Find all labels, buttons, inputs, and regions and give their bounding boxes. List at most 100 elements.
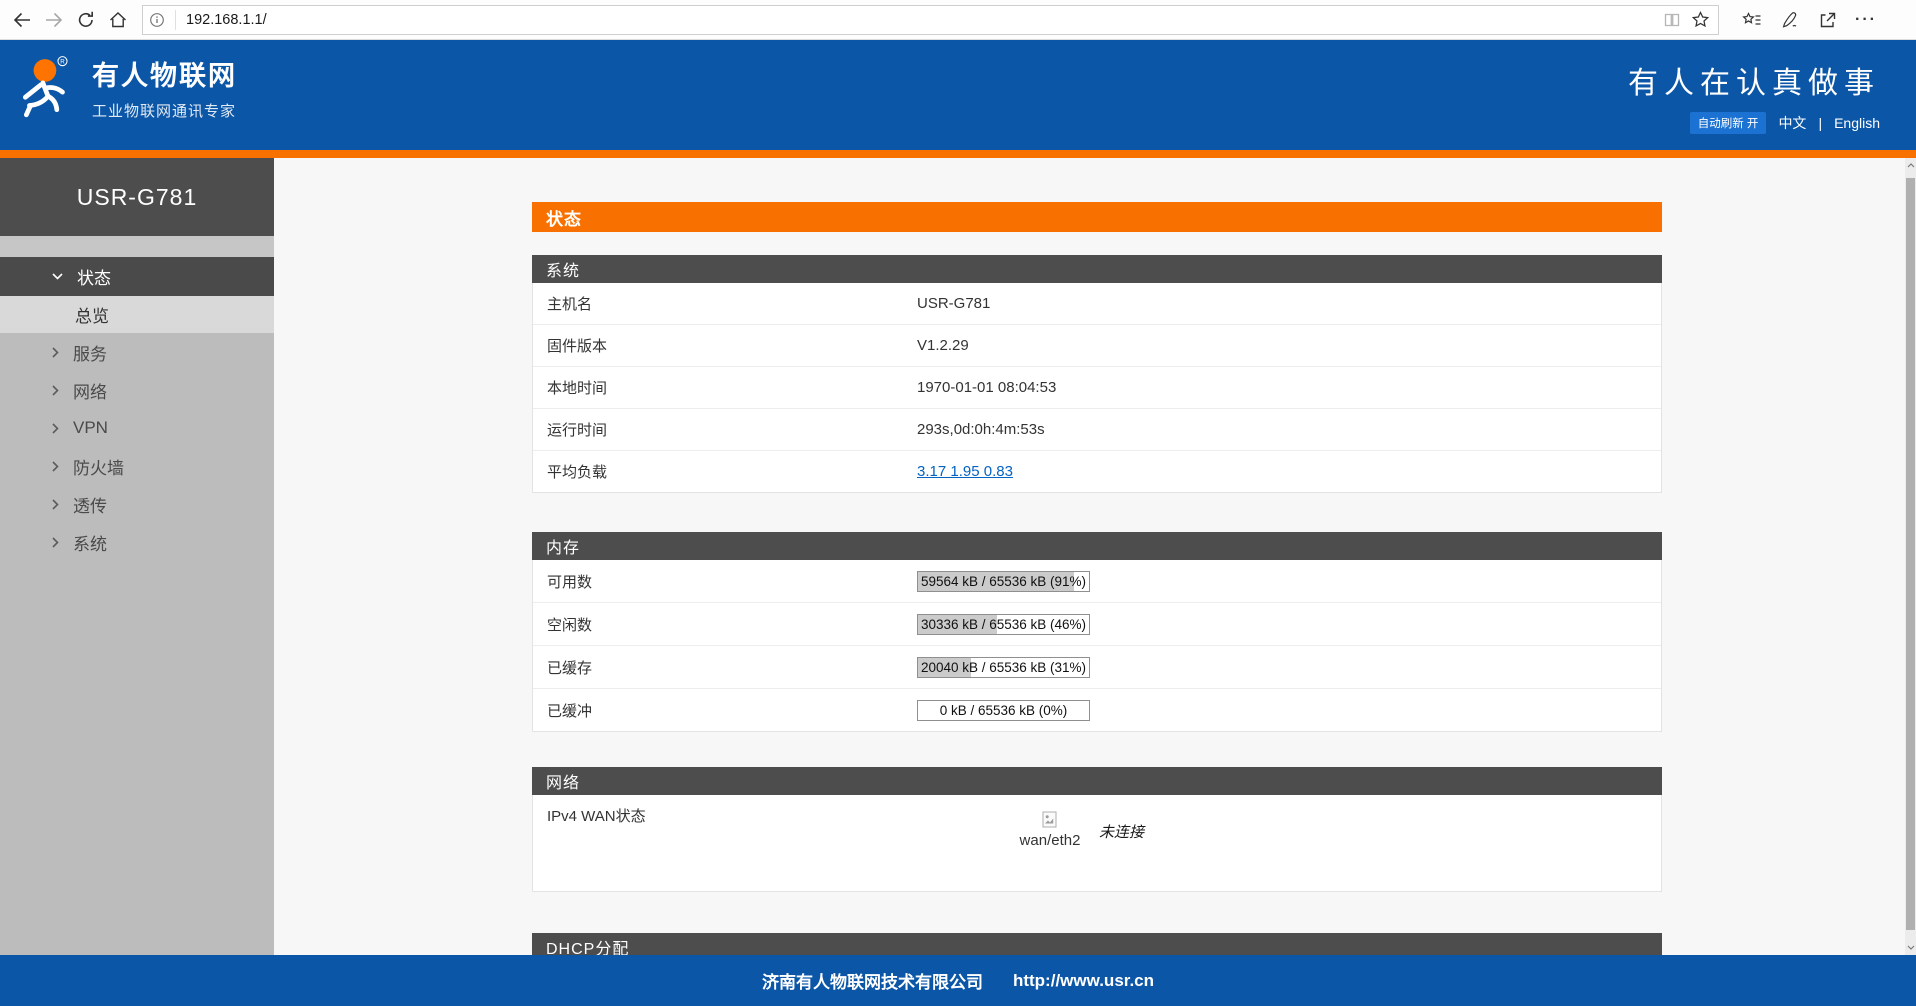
footer-company: 济南有人物联网技术有限公司	[762, 968, 983, 993]
home-button[interactable]	[102, 4, 134, 36]
site-header: R 有人物联网 工业物联网通讯专家 有人在认真做事 自动刷新 开 中文 | En…	[0, 40, 1916, 150]
address-separator	[175, 10, 176, 30]
chevron-right-icon	[52, 347, 59, 358]
site-info-button[interactable]	[143, 6, 171, 34]
sidebar-group-status[interactable]: 状态	[0, 257, 274, 296]
table-row: 平均负载 3.17 1.95 0.83	[533, 451, 1661, 492]
share-button[interactable]	[1809, 4, 1847, 36]
table-row: 主机名 USR-G781	[533, 283, 1661, 325]
wan-connection-status: 未连接	[1099, 821, 1144, 842]
meter-text: 59564 kB / 65536 kB (91%)	[918, 572, 1089, 591]
sidebar-item-label: 服务	[73, 340, 107, 365]
row-label: 运行时间	[533, 419, 917, 440]
accent-stripe	[0, 150, 1916, 158]
sidebar-item-passthrough[interactable]: 透传	[0, 485, 274, 523]
memory-meter: 0 kB / 65536 kB (0%)	[917, 700, 1090, 721]
sidebar-gap	[0, 236, 274, 257]
sidebar-item-system[interactable]: 系统	[0, 523, 274, 561]
more-icon: ···	[1855, 15, 1877, 25]
page-title: 状态	[532, 202, 1662, 232]
brand-text: 有人物联网 工业物联网通讯专家	[92, 54, 237, 121]
row-label: 已缓冲	[533, 700, 917, 721]
table-row: 运行时间 293s,0d:0h:4m:53s	[533, 409, 1661, 451]
scrollbar-thumb[interactable]	[1906, 178, 1915, 930]
memory-meter: 30336 kB / 65536 kB (46%)	[917, 614, 1090, 635]
pen-icon	[1780, 10, 1800, 30]
chevron-right-icon	[52, 385, 59, 396]
row-label: 主机名	[533, 293, 917, 314]
device-name: USR-G781	[0, 158, 274, 236]
wan-interface-name: wan/eth2	[1020, 832, 1081, 849]
row-value: USR-G781	[917, 295, 990, 312]
sidebar-item-label: 网络	[73, 378, 107, 403]
meter-text: 0 kB / 65536 kB (0%)	[918, 701, 1089, 720]
info-icon	[149, 12, 165, 28]
load-average-link[interactable]: 3.17 1.95 0.83	[917, 463, 1013, 480]
sidebar-item-label: 系统	[73, 530, 107, 555]
svg-text:R: R	[60, 58, 65, 65]
hub-button[interactable]	[1733, 4, 1771, 36]
row-label: 可用数	[533, 571, 917, 592]
sidebar-item-vpn[interactable]: VPN	[0, 409, 274, 447]
scroll-down-button[interactable]	[1905, 940, 1916, 955]
row-label: 已缓存	[533, 657, 917, 678]
wan-interface[interactable]: wan/eth2	[1017, 811, 1083, 849]
memory-meter: 59564 kB / 65536 kB (91%)	[917, 571, 1090, 592]
table-row: 空闲数 30336 kB / 65536 kB (46%)	[533, 603, 1661, 646]
hub-favorites-icon	[1742, 10, 1762, 30]
chevron-right-icon	[52, 499, 59, 510]
system-card-header: 系统	[532, 255, 1662, 283]
slogan: 有人在认真做事	[1628, 58, 1880, 102]
forward-icon	[46, 13, 61, 26]
header-sub: 自动刷新 开 中文 | English	[1628, 112, 1880, 134]
star-icon	[1691, 10, 1710, 29]
system-card: 系统 主机名 USR-G781 固件版本 V1.2.29 本地时间 1970-0…	[532, 255, 1662, 493]
sidebar-item-network[interactable]: 网络	[0, 371, 274, 409]
page-scrollbar[interactable]	[1905, 158, 1916, 955]
sidebar-item-firewall[interactable]: 防火墙	[0, 447, 274, 485]
sidebar-group-label: 状态	[77, 264, 111, 289]
table-row: 已缓存 20040 kB / 65536 kB (31%)	[533, 646, 1661, 689]
share-icon	[1818, 10, 1838, 30]
lang-chinese[interactable]: 中文	[1778, 113, 1806, 133]
brand-title: 有人物联网	[92, 54, 237, 93]
reading-view-button[interactable]	[1658, 6, 1686, 34]
row-value: 1970-01-01 08:04:53	[917, 379, 1056, 396]
memory-meter: 20040 kB / 65536 kB (31%)	[917, 657, 1090, 678]
wan-status-label: IPv4 WAN状态	[547, 805, 646, 826]
scroll-up-button[interactable]	[1905, 158, 1916, 173]
chevron-right-icon	[52, 461, 59, 472]
address-bar[interactable]: 192.168.1.1/	[142, 5, 1719, 35]
footer-website-link[interactable]: http://www.usr.cn	[1013, 971, 1154, 991]
header-right: 有人在认真做事 自动刷新 开 中文 | English	[1628, 58, 1880, 134]
brand-tagline: 工业物联网通讯专家	[92, 100, 237, 121]
favorite-button[interactable]	[1686, 6, 1714, 34]
home-icon	[111, 13, 126, 27]
main-area: 状态 系统 主机名 USR-G781 固件版本 V1.2.29 本地时间 197…	[274, 158, 1916, 955]
row-value: V1.2.29	[917, 337, 969, 354]
web-note-button[interactable]	[1771, 4, 1809, 36]
back-icon	[15, 13, 30, 26]
chevron-right-icon	[52, 423, 59, 434]
row-label: 平均负载	[533, 461, 917, 482]
more-button[interactable]: ···	[1847, 4, 1885, 36]
sidebar-item-services[interactable]: 服务	[0, 333, 274, 371]
sidebar-item-label: VPN	[73, 418, 108, 438]
row-label: 本地时间	[533, 377, 917, 398]
sidebar-item-overview[interactable]: 总览	[0, 296, 274, 333]
scroll-up-icon	[1907, 163, 1915, 168]
toolbar-right-icons: ···	[1733, 4, 1885, 36]
sidebar: USR-G781 状态 总览 服务 网络 VPN 防火墙 透传 系统	[0, 158, 274, 955]
table-row: 固件版本 V1.2.29	[533, 325, 1661, 367]
scroll-down-icon	[1907, 945, 1915, 950]
lang-english[interactable]: English	[1834, 115, 1880, 131]
refresh-button[interactable]	[70, 4, 102, 36]
forward-button[interactable]	[38, 4, 70, 36]
brand-logo-icon: R	[16, 56, 78, 120]
back-button[interactable]	[6, 4, 38, 36]
sidebar-item-label: 防火墙	[73, 454, 124, 479]
url-text[interactable]: 192.168.1.1/	[186, 12, 1658, 28]
dhcp-card-header: DHCP分配	[532, 933, 1662, 955]
memory-card: 内存 可用数 59564 kB / 65536 kB (91%) 空闲数	[532, 532, 1662, 732]
auto-refresh-toggle[interactable]: 自动刷新 开	[1690, 112, 1767, 134]
